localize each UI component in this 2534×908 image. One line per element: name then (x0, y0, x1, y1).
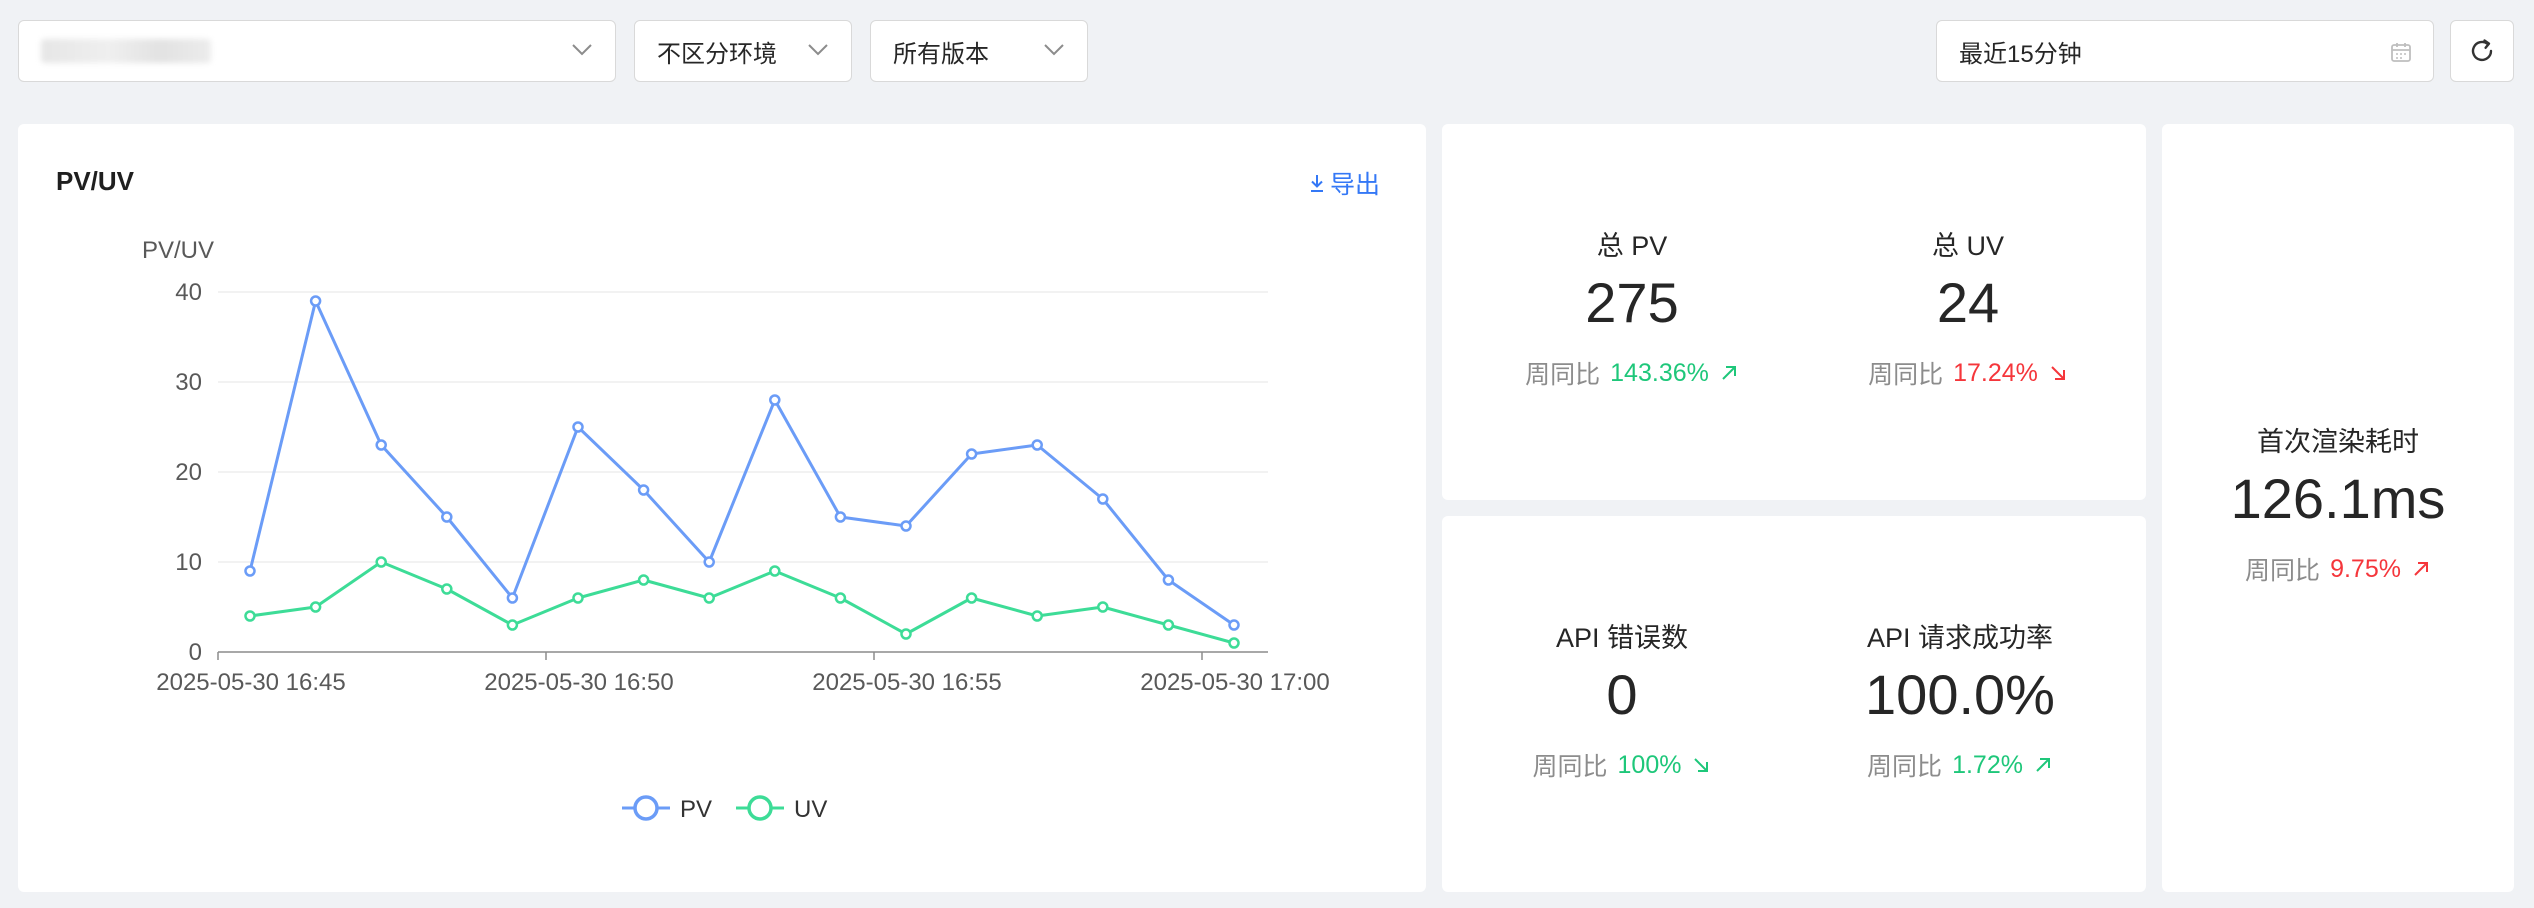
first-render-cmp-label: 周同比 (2245, 557, 2321, 585)
x-tick-label: 2025-05-30 16:55 (812, 669, 1002, 696)
total-uv-value: 24 (1936, 271, 2000, 334)
point-uv (506, 619, 519, 631)
first-render-label: 首次渲染耗时 (2257, 427, 2419, 457)
time-range-value: 最近15分钟 (1959, 40, 2082, 68)
point-pv (1162, 574, 1175, 586)
point-pv (244, 565, 256, 577)
pvuv-line-chart: PV/UV 0 10 20 30 40 2025-05-30 16:45 2025-05-30… (142, 237, 1330, 823)
y-tick-label: 0 (189, 639, 202, 666)
arrow-up-right-icon (2414, 562, 2428, 576)
y-tick-label: 10 (175, 549, 202, 576)
point-pv (900, 520, 912, 532)
api-success-cmp-value: 1.72% (1952, 750, 2023, 779)
total-uv-label: 总 UV (1931, 231, 2004, 261)
series-line-uv (249, 560, 1235, 645)
point-pv (834, 511, 847, 523)
first-render-value: 126.1ms (2230, 467, 2446, 530)
point-pv (309, 295, 322, 307)
point-uv (375, 556, 387, 568)
api-success-value: 100.0% (1865, 663, 2055, 726)
total-pv-value: 275 (1585, 271, 1679, 334)
point-pv (637, 484, 650, 496)
total-pv-stat: 总 PV 275 周同比 143.36% (1462, 224, 1802, 391)
y-tick-label: 40 (175, 279, 202, 306)
point-uv (965, 592, 978, 604)
point-pv (506, 592, 519, 604)
point-pv (1228, 619, 1240, 631)
api-success-cmp-label: 周同比 (1867, 753, 1943, 781)
point-pv (572, 421, 584, 433)
series-line-pv (248, 299, 1235, 627)
first-render-stat: 首次渲染耗时 126.1ms 周同比 9.75% (2168, 420, 2508, 587)
point-uv (1228, 637, 1240, 649)
point-uv (244, 610, 256, 622)
y-tick-label: 20 (175, 459, 202, 486)
point-pv (375, 439, 387, 451)
first-render-cmp-value: 9.75% (2330, 554, 2401, 583)
point-pv (1031, 439, 1043, 451)
point-pv (1097, 493, 1109, 505)
legend-label-pv: PV (680, 796, 712, 823)
arrow-down-right-icon (2051, 366, 2065, 380)
y-axis-label: PV/UV (142, 237, 214, 264)
refresh-button[interactable] (2450, 20, 2514, 82)
api-success-stat: API 请求成功率 100.0% 周同比 1.72% (1790, 616, 2130, 783)
refresh-icon (2471, 39, 2493, 62)
point-pv (703, 556, 715, 568)
total-uv-cmp-label: 周同比 (1868, 361, 1944, 389)
api-errors-cmp-label: 周同比 (1532, 753, 1608, 781)
point-uv (441, 583, 453, 595)
api-errors-value: 0 (1606, 663, 1638, 726)
time-range-picker[interactable]: 最近15分钟 (1936, 20, 2434, 82)
point-uv (703, 592, 715, 604)
point-uv (1162, 619, 1175, 631)
point-uv (309, 601, 322, 613)
calendar-icon (2391, 43, 2411, 62)
api-errors-label: API 错误数 (1555, 623, 1689, 653)
total-uv-stat: 总 UV 24 周同比 17.24% (1798, 224, 2138, 391)
point-pv (769, 394, 781, 406)
point-uv (1097, 601, 1109, 613)
total-uv-cmp-value: 17.24% (1953, 358, 2038, 387)
arrow-down-right-icon (1694, 758, 1709, 772)
total-pv-cmp-label: 周同比 (1525, 361, 1601, 389)
point-pv (441, 511, 453, 523)
point-uv (769, 565, 781, 577)
api-errors-cmp-value: 100% (1617, 750, 1682, 779)
api-errors-stat: API 错误数 0 周同比 100% (1452, 616, 1792, 783)
point-uv (900, 628, 912, 640)
legend-label-uv: UV (794, 796, 827, 823)
x-tick-label: 2025-05-30 17:00 (1140, 669, 1330, 696)
total-pv-label: 总 PV (1596, 231, 1668, 261)
total-pv-cmp-value: 143.36% (1610, 358, 1709, 387)
x-tick-label: 2025-05-30 16:50 (484, 669, 674, 696)
point-uv (572, 592, 584, 604)
point-uv (637, 574, 650, 586)
api-success-label: API 请求成功率 (1866, 623, 2054, 653)
point-uv (834, 592, 847, 604)
legend-marker (633, 795, 659, 821)
x-tick-label: 2025-05-30 16:45 (156, 669, 346, 696)
arrow-up-right-icon (2036, 758, 2050, 772)
y-tick-label: 30 (175, 369, 202, 396)
point-pv (965, 448, 978, 460)
legend-marker (747, 795, 773, 821)
arrow-up-right-icon (1722, 366, 1736, 380)
point-uv (1031, 610, 1043, 622)
